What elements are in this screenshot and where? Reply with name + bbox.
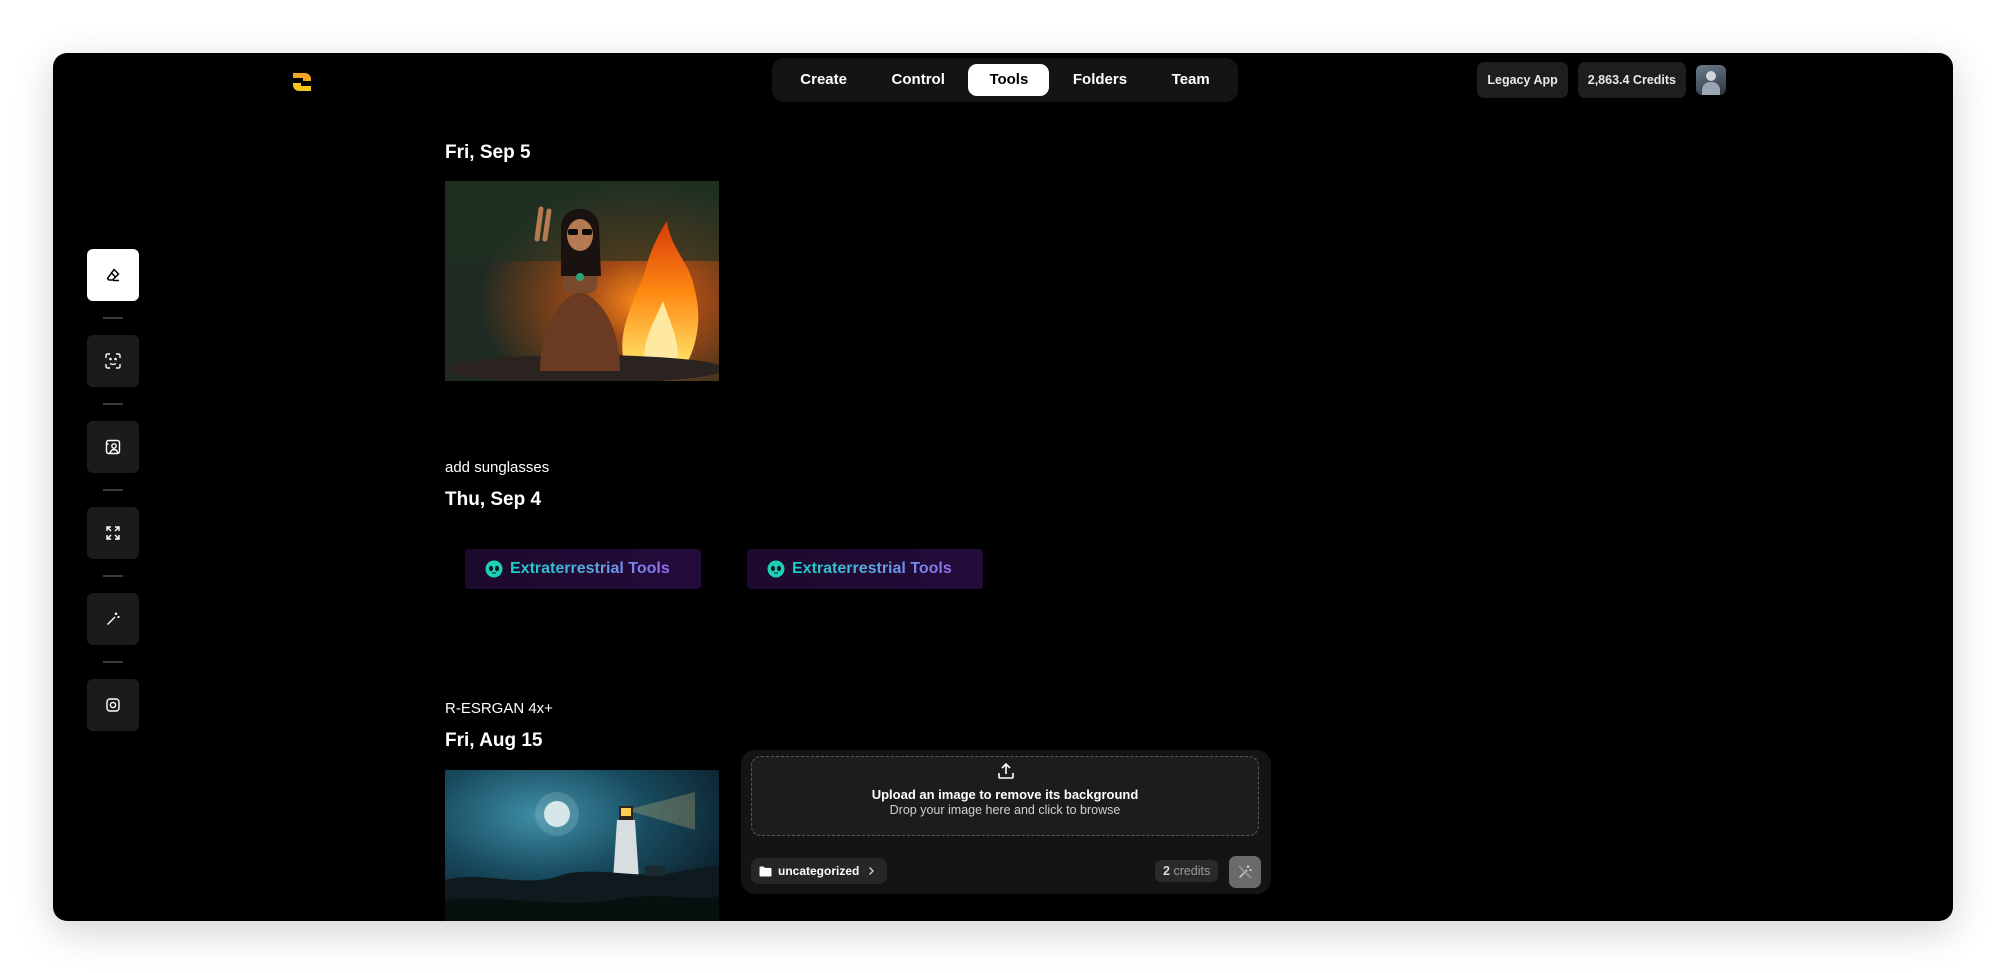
expand-icon bbox=[106, 526, 120, 540]
folder-icon bbox=[759, 866, 772, 876]
card-title: Extraterrestrial Tools bbox=[510, 560, 670, 577]
legacy-app-button[interactable]: Legacy App bbox=[1477, 62, 1568, 98]
alien-icon bbox=[767, 560, 785, 578]
main-nav: Create Control Tools Folders Team bbox=[772, 58, 1238, 102]
divider bbox=[103, 489, 123, 491]
card-title: Extraterrestrial Tools bbox=[792, 560, 952, 577]
tool-camera[interactable] bbox=[87, 679, 139, 731]
tool-portrait[interactable] bbox=[87, 421, 139, 473]
result-image[interactable] bbox=[445, 181, 719, 381]
divider bbox=[103, 403, 123, 405]
chevron-right-icon bbox=[869, 867, 875, 875]
header-actions: Legacy App 2,863.4 Credits bbox=[1477, 62, 1726, 98]
folder-selector[interactable]: uncategorized bbox=[751, 858, 888, 884]
camera-frame-icon bbox=[106, 698, 120, 712]
tab-folders[interactable]: Folders bbox=[1052, 64, 1148, 96]
credit-cost-value: 2 bbox=[1163, 864, 1170, 878]
tool-magic[interactable] bbox=[87, 593, 139, 645]
result-image[interactable] bbox=[445, 770, 719, 921]
result-caption: add sunglasses bbox=[445, 459, 550, 476]
divider bbox=[103, 317, 123, 319]
tab-control[interactable]: Control bbox=[871, 64, 966, 96]
divider bbox=[103, 575, 123, 577]
image-person-icon bbox=[105, 439, 121, 455]
folder-label: uncategorized bbox=[778, 864, 860, 878]
credit-cost-unit: credits bbox=[1173, 864, 1211, 878]
divider bbox=[103, 661, 123, 663]
date-heading: Fri, Aug 15 bbox=[445, 730, 543, 751]
generate-button[interactable] bbox=[1229, 856, 1261, 888]
dropzone-title: Upload an image to remove its background bbox=[871, 787, 1139, 802]
tab-team[interactable]: Team bbox=[1151, 64, 1231, 96]
dropzone-subtitle: Drop your image here and click to browse bbox=[889, 803, 1121, 817]
date-heading: Thu, Sep 4 bbox=[445, 489, 542, 510]
scan-face-icon bbox=[105, 353, 121, 369]
extraterrestrial-card[interactable]: Extraterrestrial Tools bbox=[465, 549, 701, 589]
app-window: Create Control Tools Folders Team Legacy… bbox=[53, 53, 1953, 921]
tool-face-scan[interactable] bbox=[87, 335, 139, 387]
tool-sidebar bbox=[87, 249, 139, 731]
app-logo[interactable] bbox=[287, 67, 317, 97]
extraterrestrial-card[interactable]: Extraterrestrial Tools bbox=[747, 549, 983, 589]
tab-tools[interactable]: Tools bbox=[968, 64, 1050, 96]
avatar[interactable] bbox=[1696, 65, 1726, 95]
tool-eraser[interactable] bbox=[87, 249, 139, 301]
date-heading: Fri, Sep 5 bbox=[445, 142, 531, 163]
credits-button[interactable]: 2,863.4 Credits bbox=[1577, 62, 1686, 98]
alien-icon bbox=[485, 560, 503, 578]
eraser-icon bbox=[106, 268, 120, 282]
result-caption: R-ESRGAN 4x+ bbox=[445, 700, 553, 717]
magic-wand-icon bbox=[107, 612, 120, 625]
tab-create[interactable]: Create bbox=[779, 64, 868, 96]
magic-wand-icon bbox=[1238, 865, 1252, 879]
upload-panel: Upload an image to remove its background… bbox=[741, 750, 1271, 894]
upload-icon bbox=[998, 762, 1014, 779]
tool-upscale[interactable] bbox=[87, 507, 139, 559]
image-dropzone[interactable]: Upload an image to remove its background… bbox=[751, 756, 1259, 836]
credit-cost-badge: 2 credits bbox=[1155, 860, 1219, 882]
